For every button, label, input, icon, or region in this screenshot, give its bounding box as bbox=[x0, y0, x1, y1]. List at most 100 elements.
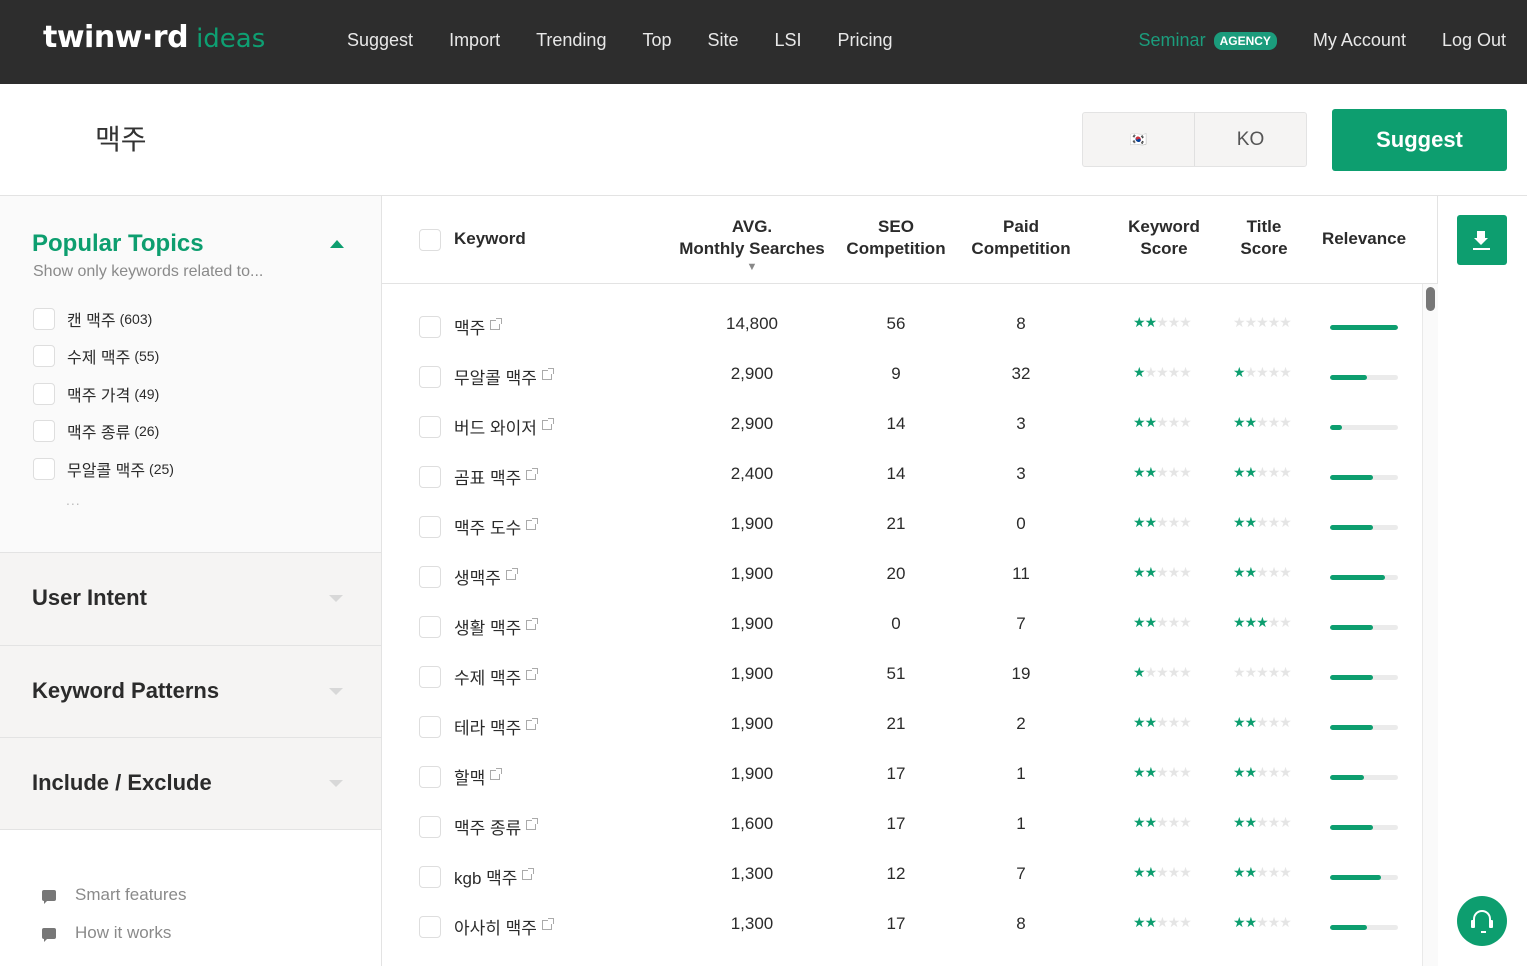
support-chat-button[interactable] bbox=[1457, 896, 1507, 946]
seo-competition: 12 bbox=[886, 864, 906, 883]
column-header-paid-competition[interactable]: Paid Competition bbox=[966, 216, 1076, 260]
star-icon: ★ bbox=[1233, 814, 1246, 830]
keyword-link[interactable]: 아사히 맥주 bbox=[454, 914, 554, 939]
external-link-icon[interactable] bbox=[541, 368, 554, 380]
external-link-icon[interactable] bbox=[526, 468, 539, 480]
external-link-icon[interactable] bbox=[526, 718, 539, 730]
row-checkbox[interactable] bbox=[419, 566, 441, 588]
keyword-link[interactable]: 수제 맥주 bbox=[454, 664, 539, 689]
suggest-button[interactable]: Suggest bbox=[1332, 109, 1507, 171]
nav-suggest[interactable]: Suggest bbox=[347, 30, 413, 51]
keyword-link[interactable]: 테라 맥주 bbox=[454, 714, 539, 739]
nav-pricing[interactable]: Pricing bbox=[838, 30, 893, 51]
nav-lsi[interactable]: LSI bbox=[775, 30, 802, 51]
star-icon: ★ bbox=[1156, 814, 1169, 830]
topic-item[interactable]: 캔 맥주 (603) bbox=[33, 300, 174, 338]
country-selector[interactable]: 🇰🇷 bbox=[1083, 113, 1195, 166]
column-header-title-score[interactable]: Title Score bbox=[1224, 216, 1304, 260]
keyword-link[interactable]: 곰표 맥주 bbox=[454, 464, 539, 489]
keyword-search-input[interactable]: 맥주 bbox=[95, 118, 147, 158]
keyword-link[interactable]: 생활 맥주 bbox=[454, 614, 539, 639]
keyword-link[interactable]: 무알콜 맥주 bbox=[454, 364, 554, 389]
external-link-icon[interactable] bbox=[526, 668, 539, 680]
workspace-link[interactable]: Seminar bbox=[1139, 30, 1206, 51]
keyword-link[interactable]: kgb 맥주 bbox=[454, 864, 535, 889]
keyword-link[interactable]: 생맥주 bbox=[454, 564, 518, 589]
topic-checkbox[interactable] bbox=[33, 345, 55, 368]
collapse-caret-icon[interactable] bbox=[330, 240, 344, 248]
row-checkbox[interactable] bbox=[419, 766, 441, 788]
keyword-text: kgb 맥주 bbox=[454, 869, 518, 888]
language-selector[interactable]: KO bbox=[1195, 113, 1306, 166]
star-icon: ★ bbox=[1167, 664, 1181, 680]
row-checkbox[interactable] bbox=[419, 866, 441, 888]
row-checkbox[interactable] bbox=[419, 666, 441, 688]
row-checkbox[interactable] bbox=[419, 366, 441, 388]
topic-checkbox[interactable] bbox=[33, 382, 55, 405]
popular-topics-title[interactable]: Popular Topics bbox=[32, 230, 204, 258]
row-checkbox[interactable] bbox=[419, 816, 441, 838]
how-it-works-link[interactable]: How it works bbox=[42, 914, 187, 952]
topic-item[interactable]: 무알콜 맥주 (25) bbox=[33, 450, 174, 488]
row-checkbox[interactable] bbox=[419, 916, 441, 938]
star-icon: ★ bbox=[1133, 564, 1146, 580]
keyword-patterns-section[interactable]: Keyword Patterns bbox=[0, 645, 381, 738]
row-checkbox[interactable] bbox=[419, 466, 441, 488]
keyword-link[interactable]: 할맥 bbox=[454, 764, 503, 789]
star-icon: ★ bbox=[1144, 464, 1158, 480]
topic-checkbox[interactable] bbox=[33, 307, 55, 330]
external-link-icon[interactable] bbox=[541, 418, 554, 430]
nav-top[interactable]: Top bbox=[642, 30, 671, 51]
external-link-icon[interactable] bbox=[541, 918, 554, 930]
keyword-link[interactable]: 맥주 종류 bbox=[454, 814, 539, 839]
show-more-topics[interactable]: ... bbox=[66, 492, 81, 508]
select-all-checkbox[interactable] bbox=[419, 229, 441, 251]
star-icon: ★ bbox=[1267, 664, 1281, 680]
my-account-link[interactable]: My Account bbox=[1313, 30, 1406, 51]
topic-item[interactable]: 수제 맥주 (55) bbox=[33, 338, 174, 376]
row-checkbox[interactable] bbox=[419, 716, 441, 738]
column-header-seo-competition[interactable]: SEO Competition bbox=[841, 216, 951, 260]
download-button[interactable] bbox=[1457, 215, 1507, 265]
row-checkbox[interactable] bbox=[419, 616, 441, 638]
column-header-keyword-score[interactable]: Keyword Score bbox=[1119, 216, 1209, 260]
topic-item[interactable]: 맥주 가격 (49) bbox=[33, 375, 174, 413]
star-icon: ★ bbox=[1244, 464, 1258, 480]
table-scrollbar[interactable] bbox=[1422, 284, 1438, 966]
user-intent-section[interactable]: User Intent bbox=[0, 552, 381, 645]
smart-features-link[interactable]: Smart features bbox=[42, 876, 187, 914]
topic-item[interactable]: 맥주 종류 (26) bbox=[33, 413, 174, 451]
twinword-ideas-logo[interactable]: twinw·rd ideas bbox=[43, 20, 265, 60]
topic-checkbox[interactable] bbox=[33, 457, 55, 480]
external-link-icon[interactable] bbox=[526, 618, 539, 630]
external-link-icon[interactable] bbox=[526, 818, 539, 830]
country-language-selector[interactable]: 🇰🇷 KO bbox=[1082, 112, 1307, 167]
star-icon: ★ bbox=[1133, 664, 1146, 680]
column-header-keyword[interactable]: Keyword bbox=[454, 228, 526, 250]
nav-trending[interactable]: Trending bbox=[536, 30, 606, 51]
external-link-icon[interactable] bbox=[490, 318, 503, 330]
topic-checkbox[interactable] bbox=[33, 420, 55, 443]
external-link-icon[interactable] bbox=[505, 568, 518, 580]
keyword-link[interactable]: 맥주 bbox=[454, 314, 503, 339]
column-header-relevance[interactable]: Relevance bbox=[1314, 228, 1414, 250]
star-icon: ★ bbox=[1179, 364, 1192, 380]
table-row: 맥주 도수 1,900 21 0 ★★★★★ ★★★★★ bbox=[382, 502, 1422, 552]
nav-site[interactable]: Site bbox=[707, 30, 738, 51]
nav-import[interactable]: Import bbox=[449, 30, 500, 51]
star-icon: ★ bbox=[1267, 364, 1281, 380]
external-link-icon[interactable] bbox=[526, 518, 539, 530]
keyword-link[interactable]: 버드 와이저 bbox=[454, 414, 554, 439]
paid-competition: 7 bbox=[1016, 864, 1026, 883]
row-checkbox[interactable] bbox=[419, 516, 441, 538]
row-checkbox[interactable] bbox=[419, 316, 441, 338]
scrollbar-thumb[interactable] bbox=[1426, 287, 1435, 311]
paid-competition: 8 bbox=[1016, 914, 1026, 933]
row-checkbox[interactable] bbox=[419, 416, 441, 438]
external-link-icon[interactable] bbox=[522, 868, 535, 880]
include-exclude-section[interactable]: Include / Exclude bbox=[0, 737, 381, 830]
keyword-link[interactable]: 맥주 도수 bbox=[454, 514, 539, 539]
log-out-link[interactable]: Log Out bbox=[1442, 30, 1506, 51]
external-link-icon[interactable] bbox=[490, 768, 503, 780]
column-header-avg-monthly-searches[interactable]: AVG. Monthly Searches ▼ bbox=[672, 216, 832, 274]
